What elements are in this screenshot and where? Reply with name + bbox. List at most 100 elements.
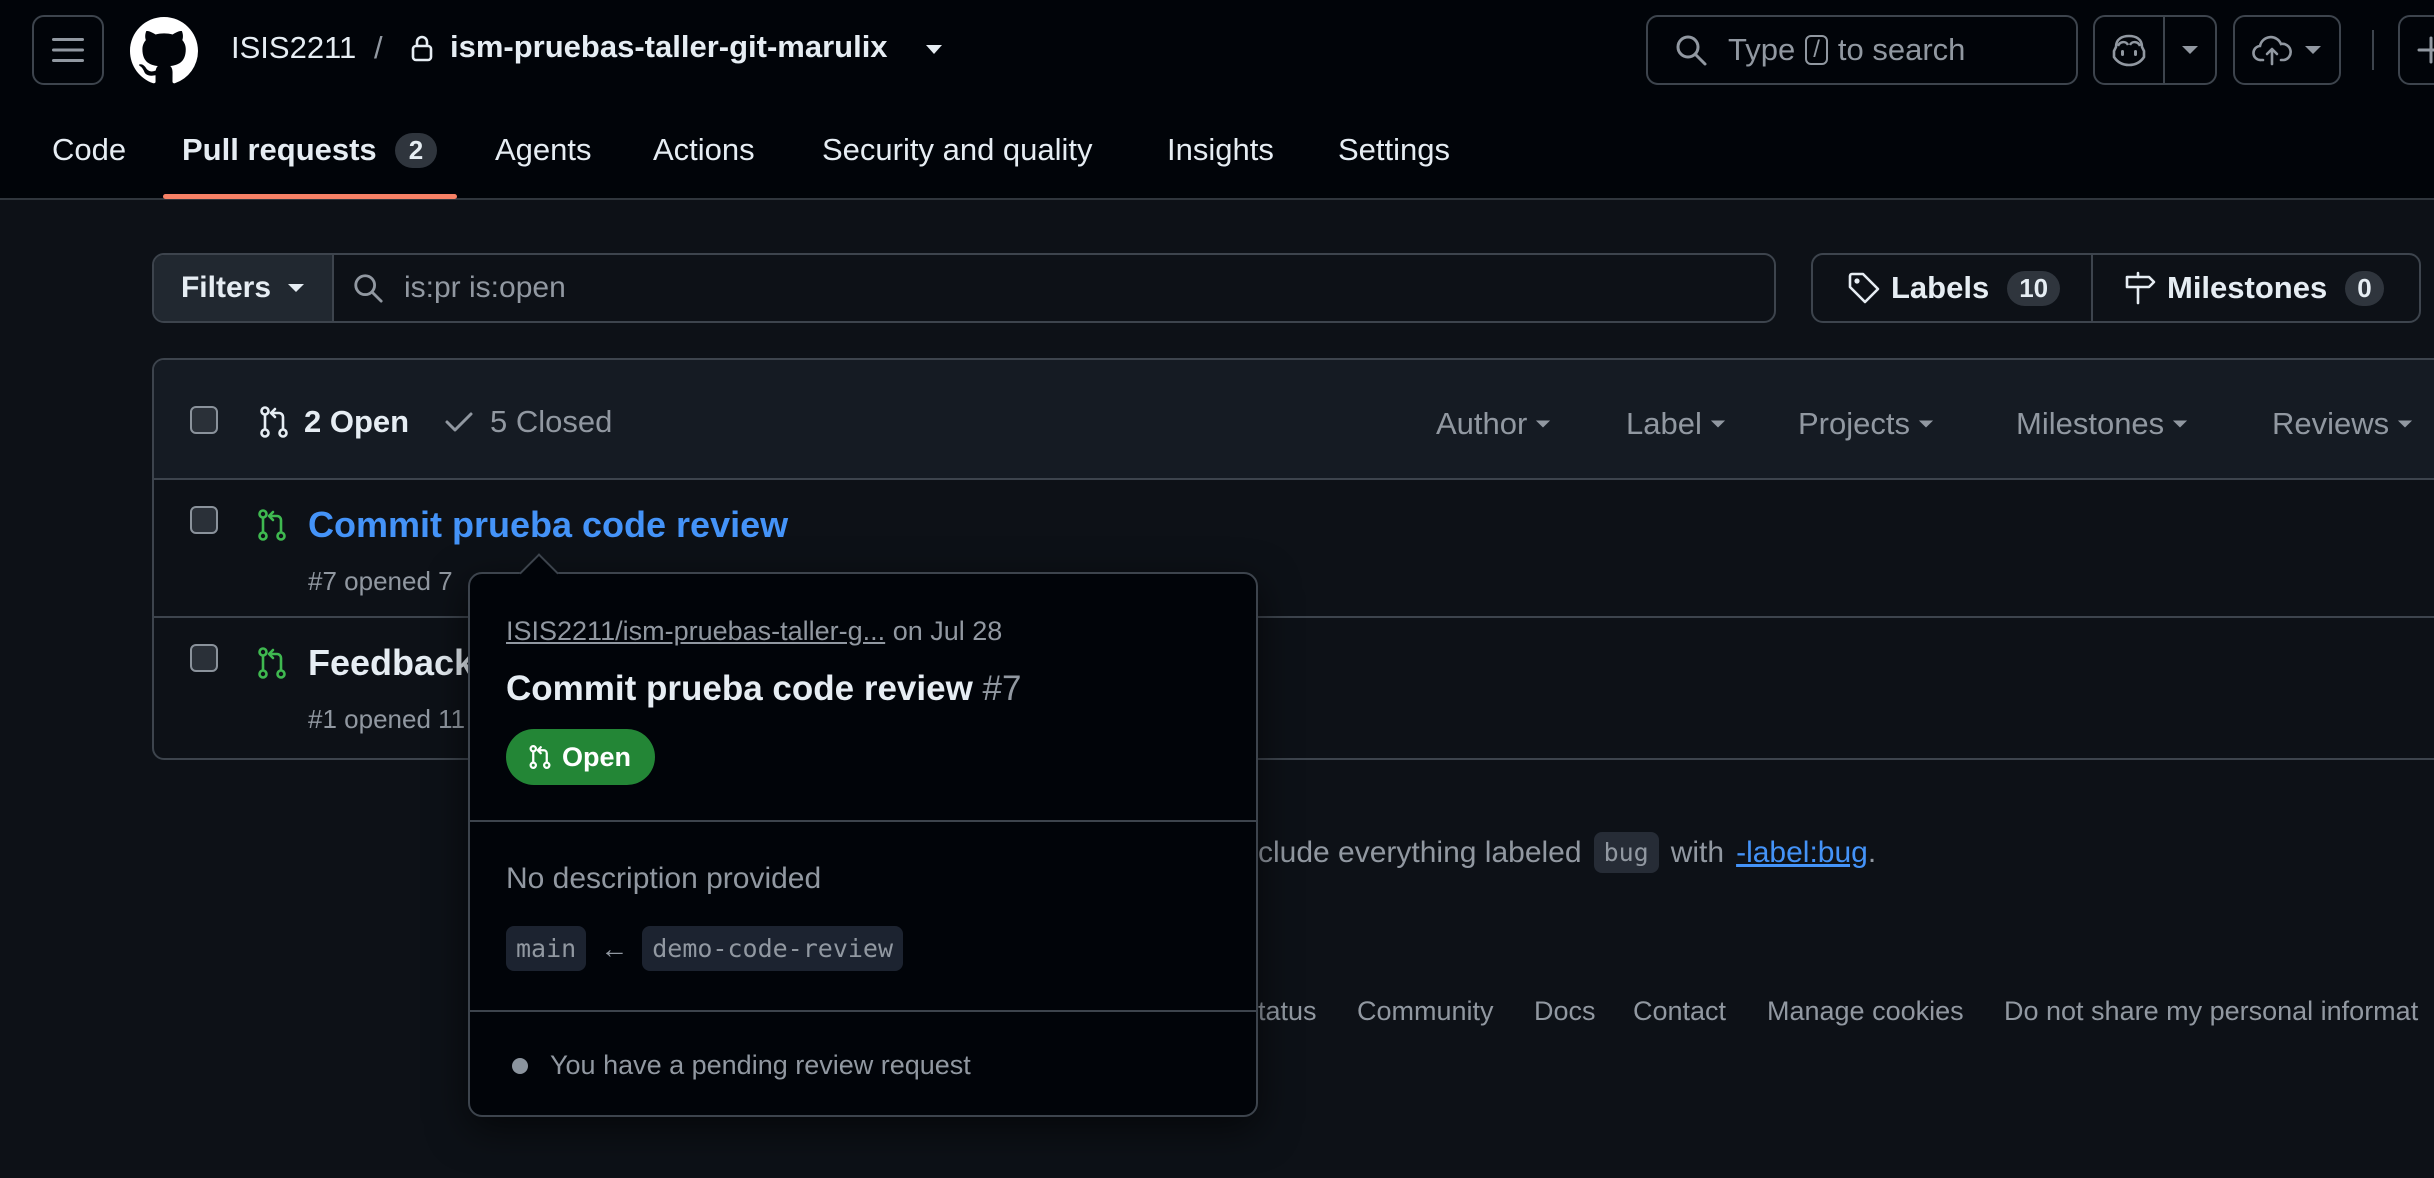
list-header: 2 Open 5 Closed Author Label Projects Mi… [154,360,2434,480]
pull-requests-count: 2 [394,132,438,168]
tab-label: Code [52,132,127,167]
pr-title-link[interactable]: Commit prueba code review [308,504,788,546]
footer-link-status[interactable]: tatus [1258,996,1317,1027]
pr-meta: #7 opened 7 [308,566,453,596]
select-all-checkbox[interactable] [190,406,218,434]
lock-icon [410,34,434,62]
hovercard-pr-number: #7 [982,669,1022,708]
footer-link-contact[interactable]: Contact [1633,996,1726,1027]
tab-code[interactable]: Code [52,132,126,168]
label-filter[interactable]: Label [1626,406,1726,442]
author-filter[interactable]: Author [1436,406,1551,442]
repo-name-link[interactable]: ism-pruebas-taller-git-marulix [450,29,888,65]
filter-bar: Filters is:pr is:open [152,253,1776,323]
tag-icon [1848,272,1880,304]
milestones-button[interactable]: Milestones 0 [2093,255,2419,321]
hovercard-review-status: You have a pending review request [512,1050,971,1081]
milestone-icon [2125,271,2156,305]
label-filter-label: Label [1626,406,1702,441]
hovercard-branches: main ← demo-code-review [506,926,904,971]
active-tab-underline [163,194,457,199]
chevron-down-icon [2182,46,2198,54]
open-filter-button[interactable]: 2 Open [258,404,409,440]
open-count-label: 2 Open [304,404,410,439]
row-checkbox[interactable] [190,644,218,672]
chevron-down-icon [1536,420,1551,428]
search-prefix-text: Type [1728,32,1796,67]
path-separator: / [374,30,383,65]
dot-icon [512,1057,528,1074]
chevron-down-icon[interactable] [924,44,944,56]
create-new-button[interactable] [2398,15,2434,85]
chevron-down-icon [2173,420,2188,428]
menu-button[interactable] [32,15,104,85]
footer-link-community[interactable]: Community [1357,996,1494,1027]
tab-actions[interactable]: Actions [653,132,755,168]
protip: clude everything labeled bug with -label… [1258,832,1876,873]
filter-search-input[interactable]: is:pr is:open [334,255,1774,321]
git-pull-request-icon [260,406,288,438]
plus-icon [2417,36,2434,64]
closed-filter-button[interactable]: 5 Closed [444,404,612,440]
hovercard-title-text: Commit prueba code review [506,669,973,708]
search-suffix-text: to search [1837,32,1966,67]
filters-button[interactable]: Filters [154,255,334,321]
tab-settings[interactable]: Settings [1338,132,1450,168]
tab-insights[interactable]: Insights [1167,132,1274,168]
pr-title-link[interactable]: Feedback [308,642,474,684]
footer-link-docs[interactable]: Docs [1534,996,1596,1027]
base-branch: main [506,926,587,971]
chevron-down-icon [1710,420,1725,428]
labels-button[interactable]: Labels 10 [1813,255,2093,321]
protip-text: clude everything labeled [1258,835,1582,869]
hovercard-repo-link[interactable]: ISIS2211/ism-pruebas-taller-g... [506,616,885,646]
head-branch: demo-code-review [642,926,904,971]
hovercard-description: No description provided [506,862,822,895]
chevron-down-icon [2305,46,2321,54]
projects-filter-label: Projects [1798,406,1910,441]
protip-code: bug [1593,832,1659,873]
repo-owner-link[interactable]: ISIS2211 [231,30,356,66]
tab-label: Agents [495,132,592,167]
pr-hovercard: ISIS2211/ism-pruebas-taller-g... on Jul … [468,553,1258,1117]
protip-link[interactable]: -label:bug [1736,836,1868,870]
tab-agents[interactable]: Agents [495,132,592,168]
divider [470,820,1256,822]
milestones-filter-label: Milestones [2016,406,2165,441]
tab-security-and-quality[interactable]: Security and quality [822,132,1093,168]
reviews-filter[interactable]: Reviews [2272,406,2413,442]
tab-label: Security and quality [822,132,1093,167]
chevron-down-icon [2398,420,2413,428]
milestones-filter[interactable]: Milestones [2016,406,2188,442]
copilot-menu-button[interactable] [2165,17,2215,83]
footer-link-do-not-share[interactable]: Do not share my personal informat [2004,996,2418,1027]
reviews-filter-label: Reviews [2272,406,2390,441]
hovercard-repo-line: ISIS2211/ism-pruebas-taller-g... on Jul … [506,616,1002,647]
copilot-icon [2112,34,2146,67]
row-checkbox[interactable] [190,506,218,534]
chevron-down-icon [1918,420,1934,428]
labels-label: Labels [1891,270,1990,305]
tab-pull-requests[interactable]: Pull requests 2 [182,132,438,168]
arrow-left-icon: ← [600,932,629,964]
search-icon [354,274,383,303]
git-pull-request-icon [256,646,288,680]
filter-query-text: is:pr is:open [404,271,566,304]
search-icon [1676,35,1707,66]
review-note: You have a pending review request [550,1050,971,1080]
author-filter-label: Author [1436,406,1528,441]
filters-label: Filters [180,271,272,304]
search-shortcut-key: / [1805,35,1828,65]
tab-label: Insights [1167,132,1274,167]
divider [470,1010,1256,1012]
closed-count-label: 5 Closed [490,404,613,439]
hovercard-title[interactable]: Commit prueba code review #7 [506,669,1021,709]
codespaces-button[interactable] [2233,15,2341,85]
header-divider [2372,30,2374,70]
github-logo-icon[interactable] [130,17,198,85]
projects-filter[interactable]: Projects [1798,406,1934,442]
hamburger-icon [52,38,84,62]
footer-link-manage-cookies[interactable]: Manage cookies [1767,996,1964,1027]
search-input[interactable]: Type / to search [1646,15,2078,85]
copilot-button[interactable] [2095,17,2165,83]
